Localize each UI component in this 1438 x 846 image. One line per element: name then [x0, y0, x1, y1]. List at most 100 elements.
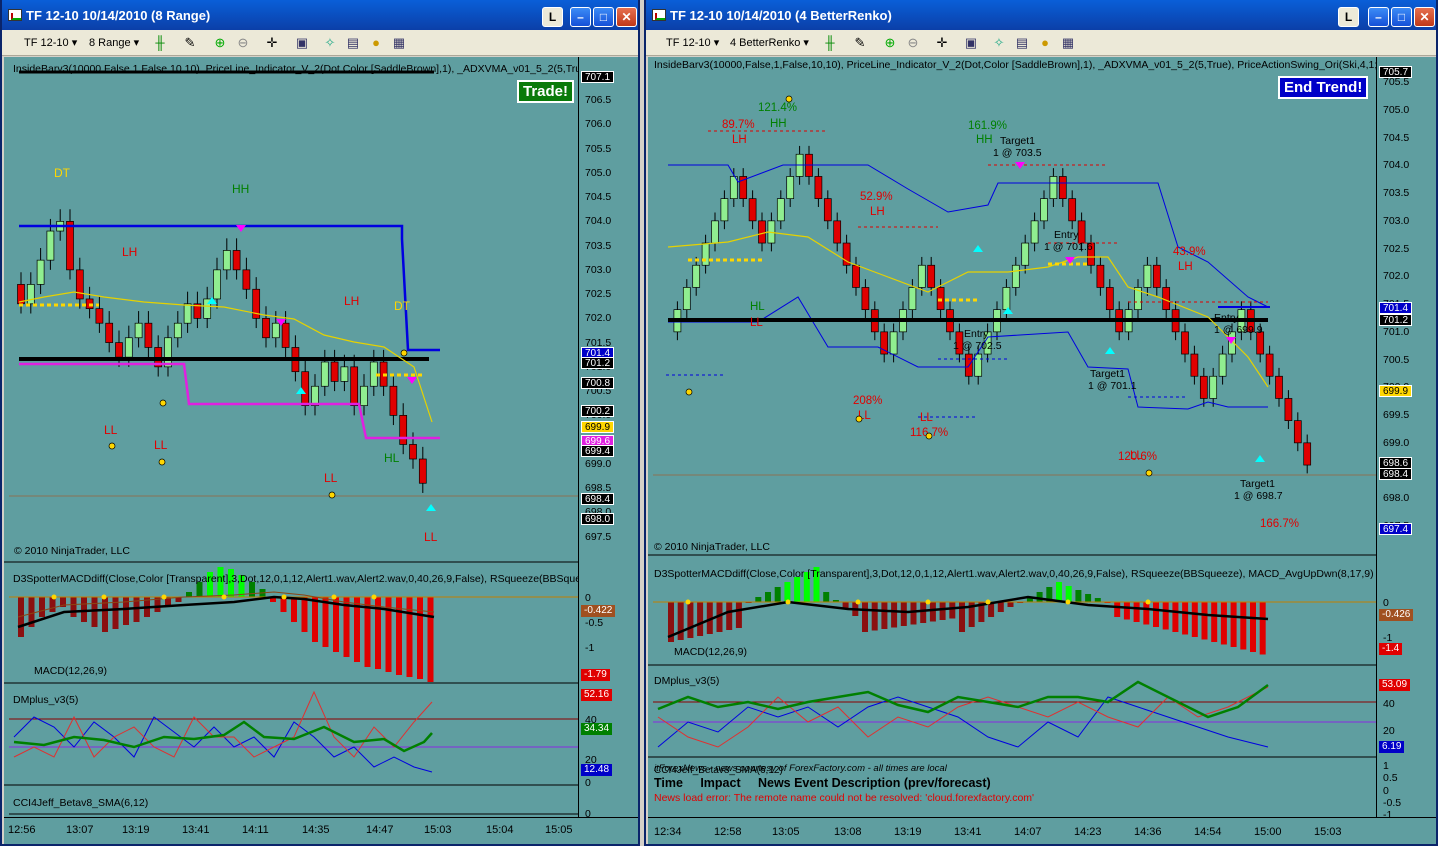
right-title-bar[interactable]: TF 12-10 10/14/2010 (4 BetterRenko) L – …	[646, 0, 1436, 30]
chevron-down-icon: ▾	[803, 37, 809, 49]
macd-bar	[1075, 590, 1082, 602]
candle-body	[75, 269, 84, 300]
drawing-tool-icon[interactable]: ✎	[852, 35, 868, 51]
close-button[interactable]: ✕	[1414, 7, 1435, 27]
candle-body	[389, 385, 398, 416]
left-window-title: TF 12-10 10/14/2010 (8 Range)	[26, 8, 211, 23]
instrument-selector[interactable]: TF 12-10 ▾	[666, 36, 719, 49]
squeeze-dot	[371, 594, 377, 600]
trade-label: 1 @ 699.9	[1214, 324, 1263, 336]
renko-brick	[1190, 353, 1199, 377]
trade-label: 1 @ 701.1	[1088, 380, 1137, 392]
zoom-in-icon[interactable]: ⊕	[882, 35, 898, 51]
data-box-icon[interactable]: ▦	[1060, 35, 1076, 51]
indicator-icon[interactable]: ▤	[345, 35, 361, 51]
maximize-button[interactable]: □	[593, 7, 614, 27]
renko-brick	[1181, 331, 1189, 355]
right-time-axis[interactable]: 12:34 12:58 13:05 13:08 13:19 13:41 14:07 14:23…	[648, 817, 1436, 844]
squeeze-dot	[925, 599, 931, 605]
time-tick: 14:35	[302, 824, 330, 836]
price-tick: 706.0	[585, 118, 612, 131]
price-box: 701.4	[1379, 302, 1413, 314]
zoom-out-icon[interactable]: ⊖	[235, 35, 251, 51]
price-tick: 706.5	[585, 94, 612, 107]
zoom-in-icon[interactable]: ⊕	[212, 35, 228, 51]
macd-box: -1.79	[581, 669, 610, 681]
crosshair-icon[interactable]: ✛	[934, 35, 950, 51]
properties-icon[interactable]: ▣	[963, 35, 979, 51]
price-tick: 702.5	[1383, 242, 1410, 255]
left-chart-svg[interactable]: DT HH LH LH DT LL LL LL HL LL	[4, 57, 578, 817]
renko-brick	[1143, 264, 1152, 288]
zoom-out-icon[interactable]: ⊖	[905, 35, 921, 51]
drawing-tool-icon[interactable]: ✎	[182, 35, 198, 51]
swing-label: HH	[976, 134, 993, 146]
price-box: 705.7	[1379, 66, 1413, 78]
data-box-icon[interactable]: ▦	[391, 35, 407, 51]
dm-box: 34.34	[581, 723, 613, 735]
macd-bar	[39, 597, 45, 617]
time-tick: 14:36	[1134, 826, 1162, 838]
renko-brick	[1021, 242, 1030, 266]
macd-bar	[1259, 602, 1266, 655]
up-arrow	[1105, 347, 1115, 354]
macd-indicator-text: D3SpotterMACDdiff(Close,Color [Transpare…	[13, 573, 578, 585]
swing-dot	[108, 442, 116, 450]
candle-body	[173, 322, 182, 339]
money-icon[interactable]: ●	[368, 35, 384, 51]
crosshair-icon[interactable]: ✛	[264, 35, 280, 51]
renko-brick	[1030, 220, 1039, 244]
left-chart-window[interactable]: TF 12-10 10/14/2010 (8 Range) L – □ ✕ TF…	[0, 0, 640, 846]
left-price-axis[interactable]: 707.0706.5706.0705.5705.0704.5704.0703.5…	[578, 57, 638, 820]
swing-label: HL	[750, 301, 765, 313]
macd-bar	[1153, 602, 1159, 627]
candle-body	[320, 361, 329, 387]
close-button[interactable]: ✕	[616, 7, 637, 27]
dm-minus-line	[13, 716, 433, 773]
bar-type-icon[interactable]: ╫	[152, 35, 168, 51]
indicator-icon[interactable]: ▤	[1014, 35, 1030, 51]
left-toolbar: TF 12-10 ▾ 8 Range ▾ ╫ ✎ ⊕ ⊖ ✛ ▣ ✧ ▤ ● ▦	[2, 30, 638, 56]
minimize-button[interactable]: –	[1368, 7, 1389, 27]
left-time-axis[interactable]: 12:56 13:07 13:19 13:41 14:11 14:35 14:47 15:03…	[4, 817, 638, 844]
squeeze-dot	[101, 594, 107, 600]
macd-bar	[910, 602, 917, 625]
price-tick: 702.5	[585, 288, 612, 301]
instrument-selector[interactable]: TF 12-10 ▾	[24, 36, 77, 49]
properties-icon[interactable]: ▣	[294, 35, 310, 51]
right-chart-window[interactable]: TF 12-10 10/14/2010 (4 BetterRenko) L – …	[644, 0, 1438, 846]
money-icon[interactable]: ●	[1037, 35, 1053, 51]
swing-dot	[1145, 469, 1153, 477]
macd-tick: -1	[585, 642, 595, 654]
maximize-button[interactable]: □	[1391, 7, 1412, 27]
time-tick: 14:11	[242, 824, 269, 836]
candle-body	[409, 444, 417, 460]
strategy-icon[interactable]: ✧	[991, 35, 1007, 51]
trade-label: Entry	[964, 328, 989, 340]
macd-tick: 0	[1383, 597, 1389, 609]
cci-tick: 0	[1383, 785, 1389, 797]
left-title-bar[interactable]: TF 12-10 10/14/2010 (8 Range) L – □ ✕	[2, 0, 638, 30]
down-arrow	[1015, 162, 1025, 169]
swing-label: LH	[344, 294, 359, 308]
period-selector[interactable]: 4 BetterRenko ▾	[730, 36, 809, 49]
right-plot-area[interactable]: 121.4% HH 89.7% LH 52.9% LH 161.9% HH 43.9% LH HL L…	[648, 57, 1376, 817]
macd-bar	[891, 602, 898, 628]
link-button[interactable]: L	[1338, 7, 1359, 27]
renko-brick	[1209, 375, 1218, 399]
right-price-axis[interactable]: 705.5 705.0 704.5 704.0 703.5 703.0 702.5 702.0…	[1376, 57, 1436, 821]
strategy-icon[interactable]: ✧	[322, 35, 338, 51]
renko-brick	[786, 176, 795, 199]
macd-bar	[1065, 586, 1072, 602]
renko-brick	[908, 287, 917, 310]
left-indicator-list: InsideBarv3(10000,False,1,False,10,10), …	[13, 63, 578, 75]
right-chart-svg[interactable]: 121.4% HH 89.7% LH 52.9% LH 161.9% HH 43.9% LH HL L…	[648, 57, 1376, 817]
renko-brick	[1049, 176, 1058, 199]
minimize-button[interactable]: –	[570, 7, 591, 27]
period-selector[interactable]: 8 Range ▾	[89, 36, 139, 49]
price-tick: 704.5	[1383, 131, 1410, 144]
renko-brick	[927, 264, 936, 288]
link-button[interactable]: L	[542, 7, 563, 27]
left-plot-area[interactable]: DT HH LH LH DT LL LL LL HL LL InsideBarv3(10000,F…	[4, 57, 578, 817]
bar-type-icon[interactable]: ╫	[822, 35, 838, 51]
